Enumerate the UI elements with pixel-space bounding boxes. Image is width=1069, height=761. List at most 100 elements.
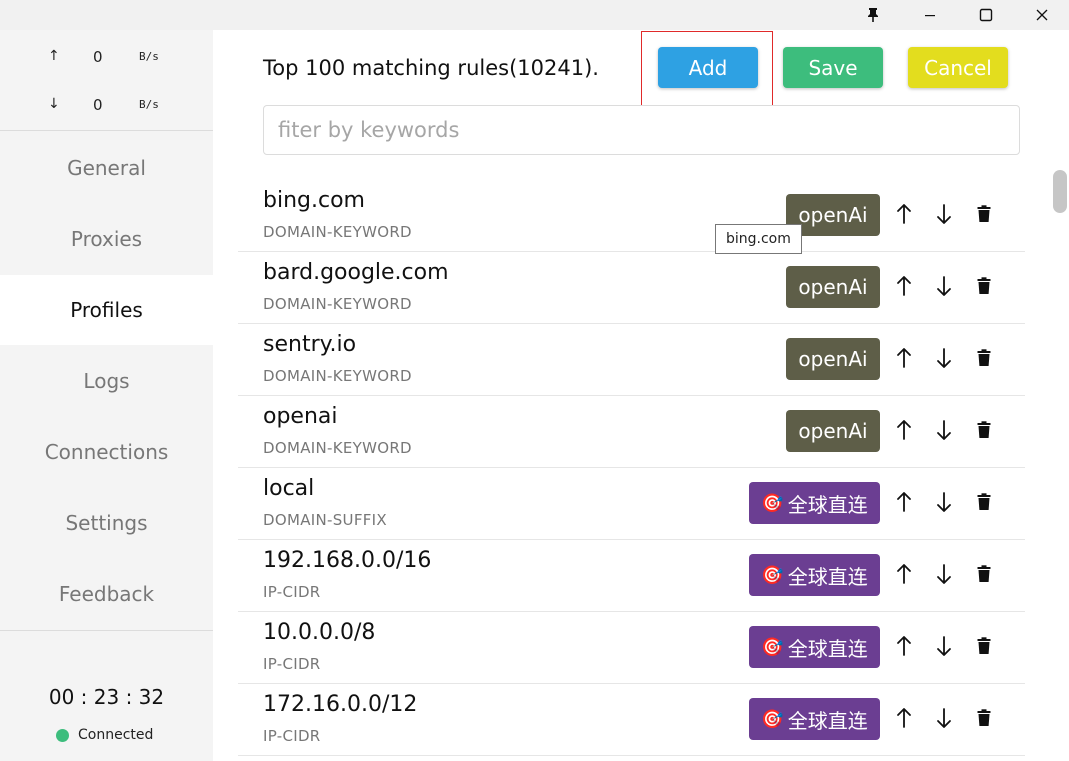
rule-name: 172.16.0.0/12 xyxy=(263,692,418,717)
move-up-button[interactable] xyxy=(892,559,916,589)
add-button[interactable]: Add xyxy=(658,47,758,88)
arrow-down-icon xyxy=(937,204,951,224)
download-arrow-icon: ↓ xyxy=(48,96,60,112)
move-down-button[interactable] xyxy=(932,199,956,229)
table-row: bard.google.com DOMAIN-KEYWORD openAi xyxy=(238,252,1025,324)
minimize-icon xyxy=(925,15,935,17)
move-up-button[interactable] xyxy=(892,487,916,517)
policy-badge[interactable]: openAi xyxy=(786,410,880,452)
target-icon: 🎯 xyxy=(761,708,784,730)
sidebar-item-logs[interactable]: Logs xyxy=(0,346,213,416)
tooltip: bing.com xyxy=(715,224,802,254)
rule-type: DOMAIN-KEYWORD xyxy=(263,295,412,313)
arrow-down-icon xyxy=(937,636,951,656)
move-down-button[interactable] xyxy=(932,559,956,589)
delete-button[interactable] xyxy=(972,199,996,229)
maximize-button[interactable] xyxy=(966,0,1006,30)
target-icon: 🎯 xyxy=(761,636,784,658)
policy-label: 全球直连 xyxy=(787,492,868,517)
policy-badge[interactable]: openAi xyxy=(786,338,880,380)
arrow-up-icon xyxy=(897,348,911,368)
close-button[interactable] xyxy=(1022,0,1062,30)
delete-button[interactable] xyxy=(972,703,996,733)
policy-badge[interactable]: 🎯 全球直连 xyxy=(749,698,880,740)
target-icon: 🎯 xyxy=(761,492,784,514)
upload-speed-unit: B/s xyxy=(139,50,159,63)
sidebar-divider xyxy=(0,130,213,131)
move-down-button[interactable] xyxy=(932,343,956,373)
delete-button[interactable] xyxy=(972,271,996,301)
pin-button[interactable] xyxy=(853,0,893,30)
move-up-button[interactable] xyxy=(892,343,916,373)
download-speed-unit: B/s xyxy=(139,98,159,111)
rule-name: bing.com xyxy=(263,188,365,213)
rule-type: IP-CIDR xyxy=(263,655,321,673)
move-down-button[interactable] xyxy=(932,631,956,661)
sidebar-item-general[interactable]: General xyxy=(0,133,213,203)
arrow-down-icon xyxy=(937,564,951,584)
page-title: Top 100 matching rules(10241). xyxy=(263,56,599,80)
pin-icon xyxy=(868,8,878,22)
search-input[interactable] xyxy=(263,105,1020,155)
scrollbar-thumb[interactable] xyxy=(1053,170,1067,213)
move-up-button[interactable] xyxy=(892,271,916,301)
rule-type: DOMAIN-KEYWORD xyxy=(263,223,412,241)
move-down-button[interactable] xyxy=(932,271,956,301)
table-row: 192.168.0.0/16 IP-CIDR 🎯 全球直连 xyxy=(238,540,1025,612)
delete-button[interactable] xyxy=(972,415,996,445)
download-speed-value: 0 xyxy=(93,96,103,114)
move-up-button[interactable] xyxy=(892,631,916,661)
upload-arrow-icon: ↑ xyxy=(48,48,60,64)
policy-badge[interactable]: 🎯 全球直连 xyxy=(749,626,880,668)
arrow-up-icon xyxy=(897,420,911,440)
arrow-up-icon xyxy=(897,708,911,728)
cancel-button[interactable]: Cancel xyxy=(908,47,1008,88)
trash-icon xyxy=(977,565,991,582)
delete-button[interactable] xyxy=(972,487,996,517)
move-up-button[interactable] xyxy=(892,415,916,445)
upload-speed-value: 0 xyxy=(93,48,103,66)
move-up-button[interactable] xyxy=(892,703,916,733)
policy-badge[interactable]: 🎯 全球直连 xyxy=(749,482,880,524)
policy-label: openAi xyxy=(798,203,868,227)
policy-label: 全球直连 xyxy=(787,564,868,589)
rule-type: DOMAIN-SUFFIX xyxy=(263,511,387,529)
move-down-button[interactable] xyxy=(932,703,956,733)
minimize-button[interactable] xyxy=(910,0,950,30)
move-up-button[interactable] xyxy=(892,199,916,229)
rule-name: 192.168.0.0/16 xyxy=(263,548,432,573)
rule-name: openai xyxy=(263,404,338,429)
rule-name: bard.google.com xyxy=(263,260,449,285)
sidebar-item-proxies[interactable]: Proxies xyxy=(0,204,213,274)
main-content: Top 100 matching rules(10241). Add Save … xyxy=(213,30,1069,761)
move-down-button[interactable] xyxy=(932,487,956,517)
sidebar-item-connections[interactable]: Connections xyxy=(0,417,213,487)
policy-label: 全球直连 xyxy=(787,708,868,733)
connection-timer: 00 : 23 : 32 xyxy=(48,685,165,709)
trash-icon xyxy=(977,709,991,726)
policy-badge[interactable]: 🎯 全球直连 xyxy=(749,554,880,596)
connection-status: Connected xyxy=(56,727,153,743)
move-down-button[interactable] xyxy=(932,415,956,445)
sidebar-item-settings[interactable]: Settings xyxy=(0,488,213,558)
policy-badge[interactable]: openAi xyxy=(786,266,880,308)
delete-button[interactable] xyxy=(972,559,996,589)
table-row: local DOMAIN-SUFFIX 🎯 全球直连 xyxy=(238,468,1025,540)
table-row: 172.16.0.0/12 IP-CIDR 🎯 全球直连 xyxy=(238,684,1025,756)
sidebar-item-profiles[interactable]: Profiles xyxy=(0,275,213,345)
maximize-icon xyxy=(979,8,993,22)
status-label: Connected xyxy=(78,727,154,743)
save-button[interactable]: Save xyxy=(783,47,883,88)
trash-icon xyxy=(977,349,991,366)
sidebar-item-feedback[interactable]: Feedback xyxy=(0,559,213,629)
table-row: bing.com DOMAIN-KEYWORD openAi xyxy=(238,180,1025,252)
arrow-down-icon xyxy=(937,708,951,728)
delete-button[interactable] xyxy=(972,631,996,661)
trash-icon xyxy=(977,205,991,222)
rule-type: DOMAIN-KEYWORD xyxy=(263,367,412,385)
arrow-down-icon xyxy=(937,348,951,368)
rule-type: IP-CIDR xyxy=(263,583,321,601)
arrow-up-icon xyxy=(897,204,911,224)
sidebar: ↑ 0 B/s ↓ 0 B/s General Proxies Profiles… xyxy=(0,30,213,761)
delete-button[interactable] xyxy=(972,343,996,373)
